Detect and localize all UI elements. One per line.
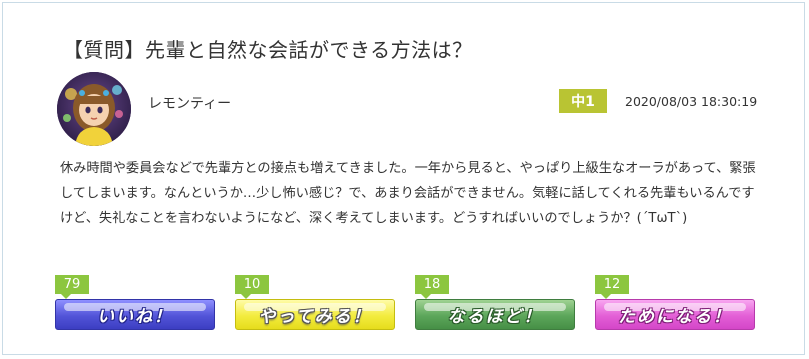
yattemiru-label: やってみる！ <box>258 307 372 327</box>
post-body: 休み時間や委員会などで先輩方との接点も増えてきました。一年から見ると、やっぱり上… <box>60 161 756 226</box>
reaction-count: 18 <box>415 275 449 299</box>
post-date: 2020/08/03 18:30:19 <box>625 94 758 109</box>
reaction-count: 10 <box>235 275 269 299</box>
avatar[interactable] <box>57 72 131 146</box>
iine-label: いいね！ <box>97 307 173 327</box>
post-card: 【質問】先輩と自然な会話ができる方法は？ レモンティー 中1 2020/08/0… <box>2 2 805 355</box>
naruhodo-button[interactable]: なるほど！ <box>415 299 575 330</box>
reaction-count: 79 <box>55 275 89 299</box>
reaction-iine: 79 いいね！ <box>55 275 215 331</box>
tameninaru-button[interactable]: ためになる！ <box>595 299 755 330</box>
reaction-naruhodo: 18 なるほど！ <box>415 275 575 331</box>
reaction-tameninaru: 12 ためになる！ <box>595 275 755 331</box>
tameninaru-label: ためになる！ <box>618 307 732 327</box>
grade-badge: 中1 <box>559 89 607 113</box>
naruhodo-label: なるほど！ <box>447 307 543 327</box>
reaction-count: 12 <box>595 275 629 299</box>
author-name[interactable]: レモンティー <box>148 93 231 113</box>
yattemiru-button[interactable]: やってみる！ <box>235 299 395 330</box>
iine-button[interactable]: いいね！ <box>55 299 215 330</box>
reaction-yattemiru: 10 やってみる！ <box>235 275 395 331</box>
post-title: 【質問】先輩と自然な会話ができる方法は？ <box>63 38 473 62</box>
